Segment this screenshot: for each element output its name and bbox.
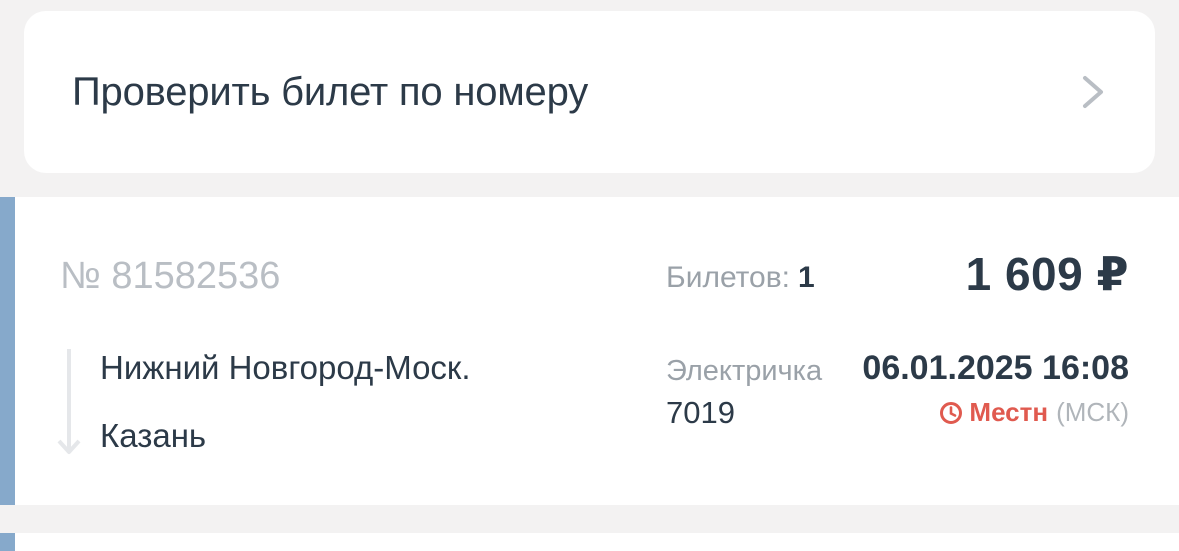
timezone-msk: (МСК)	[1056, 397, 1129, 427]
ticket-card[interactable]: № 81582536 Билетов: 1 1 609 ₽ Нижний Новг…	[0, 197, 1179, 505]
departure-datetime: 06.01.2025 16:08	[862, 349, 1129, 387]
next-ticket-accent-bar	[0, 533, 15, 551]
route-line	[67, 349, 71, 437]
train-number: 7019	[666, 395, 735, 430]
route-from: Нижний Новгород-Моск.	[100, 349, 471, 386]
chevron-right-icon	[1083, 76, 1103, 108]
clock-icon	[940, 401, 963, 424]
timezone-indicator: Местн (МСК)	[939, 397, 1129, 428]
tickets-count-label: Билетов:	[666, 261, 790, 294]
ticket-number: № 81582536	[60, 255, 281, 297]
ticket-price: 1 609 ₽	[965, 248, 1129, 300]
route-arrow-down-icon	[57, 425, 81, 454]
tickets-count: Билетов: 1	[666, 261, 815, 295]
tickets-count-value: 1	[798, 261, 815, 294]
check-ticket-by-number-button[interactable]: Проверить билет по номеру	[24, 11, 1155, 173]
train-type: Электричка	[666, 355, 823, 387]
next-ticket-card[interactable]	[0, 533, 1179, 551]
timezone-local: Местн	[969, 397, 1049, 427]
check-ticket-label: Проверить билет по номеру	[72, 69, 588, 114]
ticket-accent-bar	[0, 197, 15, 505]
route-to: Казань	[100, 417, 207, 454]
